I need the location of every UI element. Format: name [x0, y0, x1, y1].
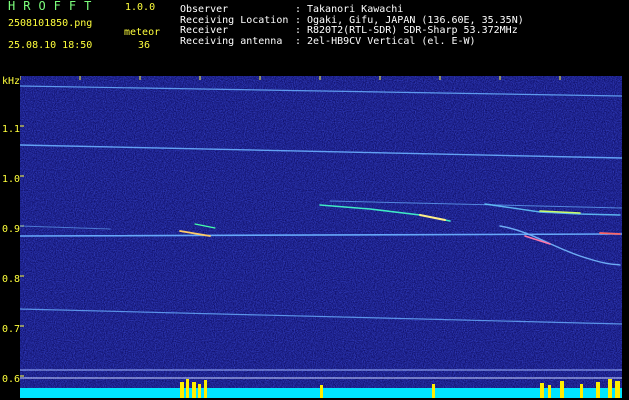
date-time: 25.08.10 18:50 — [8, 40, 93, 51]
info-key: Receiver — [180, 25, 229, 36]
header: HROFFT 1.0.0 2508101850.png 25.08.10 18:… — [0, 0, 629, 75]
y-tick-label: 1.0 — [2, 174, 21, 185]
info-row-observer: Observer: Takanori Kawachi — [180, 4, 524, 16]
file-name: 2508101850.png — [8, 18, 93, 29]
spectrogram — [20, 76, 622, 398]
y-tick-label: 1.1 — [2, 124, 21, 135]
info-sep: : — [295, 35, 302, 47]
y-tick-label: 0.9 — [2, 224, 21, 235]
info-row-receiver: Receiver: R820T2(RTL-SDR) SDR-Sharp 53.37… — [180, 25, 524, 37]
y-tick-label: 0.7 — [2, 324, 21, 335]
y-axis-unit: kHz — [2, 76, 21, 87]
info-value: Takanori Kawachi — [307, 4, 404, 15]
info-key: Receiving antenna — [180, 35, 283, 47]
info-sep: : — [295, 4, 302, 15]
y-tick-label: 0.8 — [2, 274, 21, 285]
info-sep: : — [295, 25, 302, 36]
info-row-antenna: Receiving antenna:2el-HB9CV Vertical (el… — [180, 35, 524, 48]
info-key: Observer — [180, 4, 229, 15]
info-value: 2el-HB9CV Vertical (el. E-W) — [307, 35, 476, 47]
station-info: Observer: Takanori Kawachi Receiving Loca… — [180, 4, 524, 48]
info-value: R820T2(RTL-SDR) SDR-Sharp 53.372MHz — [307, 25, 518, 36]
meteor-label: meteor — [124, 27, 161, 38]
app-version: 1.0.0 — [125, 2, 156, 13]
noise-layer — [20, 76, 622, 398]
meteor-count: 36 — [138, 40, 151, 51]
meteor-trace — [599, 232, 621, 235]
y-tick-label: 0.6 — [2, 374, 21, 385]
app-logo: HROFFT — [8, 0, 100, 13]
